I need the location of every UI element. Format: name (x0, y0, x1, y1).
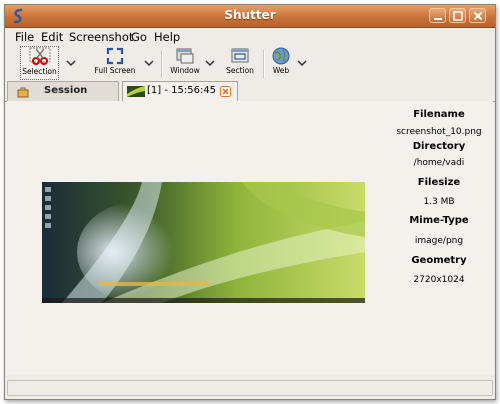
selection-dropdown-chevron-icon[interactable] (66, 58, 76, 68)
directory-label: Directory (412, 141, 466, 152)
app-window: Shutter File Edit Screenshot Go Help Sel… (4, 4, 496, 400)
menu-edit[interactable]: Edit (41, 30, 63, 44)
menu-help[interactable]: Help (154, 30, 180, 44)
mime-type-label: Mime-Type (409, 215, 469, 226)
web-dropdown-chevron-icon[interactable] (297, 58, 307, 68)
geometry-label: Geometry (411, 255, 467, 266)
screenshot-view: Filename screenshot_10.png Directory /ho… (7, 101, 493, 375)
screenshot-thumbnail-icon (127, 86, 145, 97)
tab-bar: Session [1] - 15:56:45 (5, 81, 495, 102)
globe-web-icon (272, 47, 290, 65)
close-icon (473, 11, 483, 21)
menu-screenshot[interactable]: Screenshot (69, 30, 133, 44)
tab-session-label: Session (44, 85, 88, 96)
screenshot-image (42, 182, 365, 303)
window-button[interactable]: Window (169, 46, 201, 75)
window-title: Shutter (224, 8, 276, 22)
selection-button[interactable]: Selection (20, 46, 59, 80)
full-screen-label: Full Screen (94, 66, 136, 75)
menu-bar: File Edit Screenshot Go Help (5, 28, 495, 46)
window-dropdown-chevron-icon[interactable] (205, 58, 215, 68)
filesize-value: 1.3 MB (423, 197, 455, 207)
web-button[interactable]: Web (269, 46, 293, 75)
window-capture-icon (176, 48, 194, 64)
selection-label: Selection (22, 67, 57, 76)
tab-screenshot[interactable]: [1] - 15:56:45 (122, 81, 238, 102)
tab-session[interactable]: Session (7, 81, 119, 101)
section-button[interactable]: Section (223, 46, 257, 75)
section-capture-icon (231, 48, 249, 63)
geometry-value: 2720x1024 (413, 275, 465, 285)
minimize-button[interactable] (429, 8, 446, 23)
maximize-button[interactable] (449, 8, 466, 23)
minimize-icon (434, 18, 442, 20)
directory-value: /home/vadi (413, 158, 465, 168)
session-bag-icon (17, 87, 29, 98)
menu-file[interactable]: File (15, 30, 34, 44)
toolbar-separator (161, 50, 163, 78)
full-screen-dropdown-chevron-icon[interactable] (144, 58, 154, 68)
menu-go[interactable]: Go (131, 30, 147, 44)
scissors-selection-icon (29, 47, 50, 65)
mime-type-value: image/png (414, 236, 464, 246)
toolbar: Selection Full Screen Window Section Web (5, 46, 495, 81)
web-label: Web (272, 66, 290, 75)
window-label: Window (170, 66, 200, 75)
section-label: Section (226, 66, 254, 75)
full-screen-icon (106, 47, 124, 65)
close-tab-icon[interactable] (220, 86, 231, 97)
filesize-label: Filesize (417, 177, 461, 188)
tab-screenshot-label: [1] - 15:56:45 (147, 85, 217, 96)
filename-value: screenshot_10.png (396, 127, 482, 137)
screenshot-preview[interactable] (42, 182, 365, 303)
title-bar[interactable]: Shutter (5, 5, 495, 28)
full-screen-button[interactable]: Full Screen (91, 46, 139, 75)
close-window-button[interactable] (469, 8, 486, 23)
status-bar (7, 380, 493, 396)
filename-label: Filename (413, 109, 465, 120)
toolbar-separator (263, 50, 265, 78)
maximize-icon (453, 11, 463, 21)
